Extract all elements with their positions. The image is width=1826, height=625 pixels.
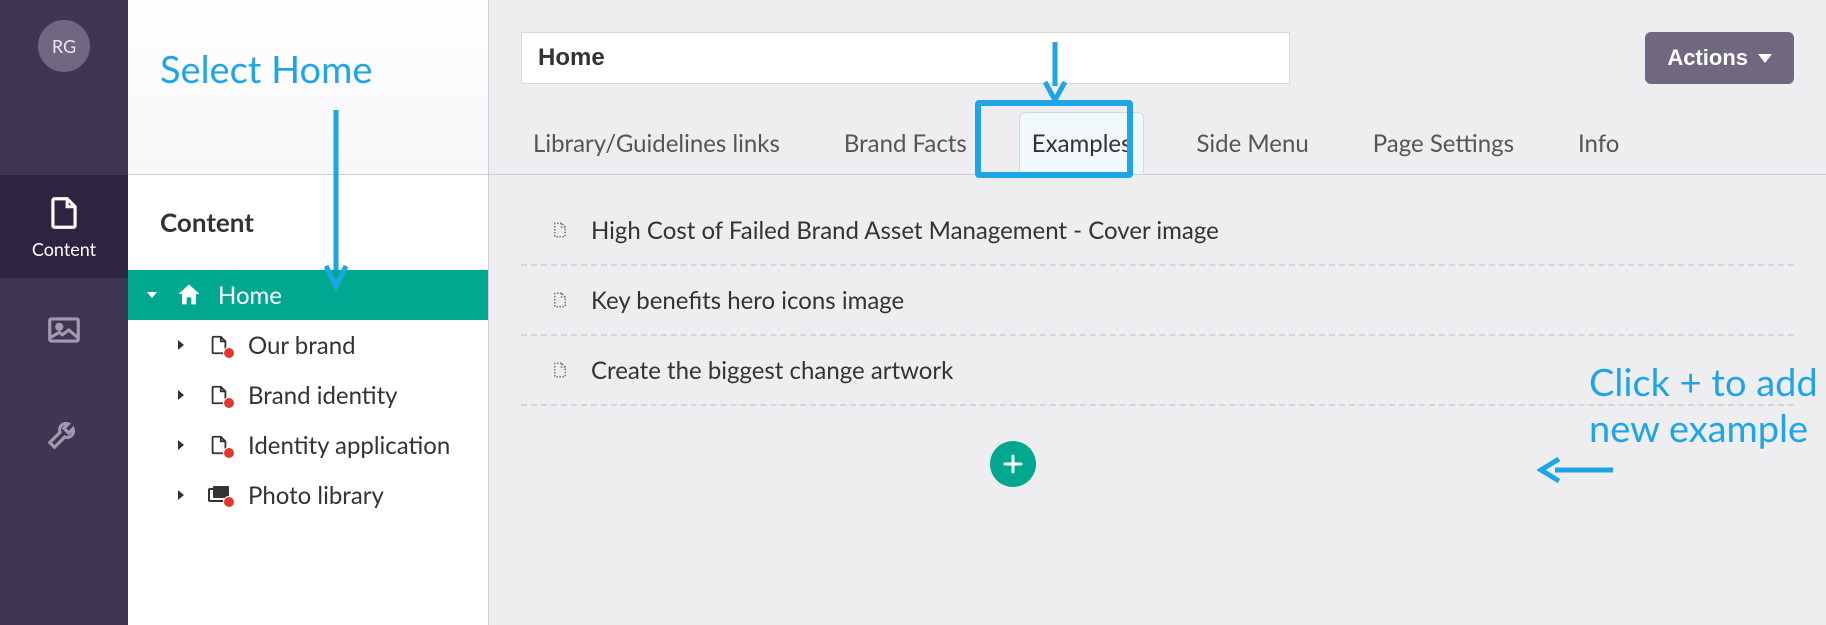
add-example-button[interactable] — [990, 441, 1036, 487]
tab-label: Info — [1578, 129, 1619, 158]
tree-item-label: Home — [218, 281, 282, 310]
rail-item-tools[interactable] — [0, 381, 128, 484]
annotation-text: new example — [1589, 405, 1808, 451]
tree-item-photo-library[interactable]: Photo library — [128, 470, 488, 520]
page-icon — [204, 332, 234, 358]
page-title-input[interactable] — [521, 32, 1290, 84]
tab-info[interactable]: Info — [1566, 112, 1631, 174]
tree-item-label: Identity application — [248, 431, 450, 460]
tree-item-label: Our brand — [248, 331, 356, 360]
plus-icon — [1002, 453, 1024, 475]
tab-page-settings[interactable]: Page Settings — [1361, 112, 1526, 174]
actions-button-label: Actions — [1667, 45, 1748, 71]
chevron-right-icon — [176, 339, 190, 351]
chevron-down-icon — [1758, 54, 1772, 63]
tab-brand-facts[interactable]: Brand Facts — [832, 112, 979, 174]
wrench-icon — [45, 414, 83, 452]
tree-item-our-brand[interactable]: Our brand — [128, 320, 488, 370]
rail-item-label: Content — [32, 238, 96, 260]
sidebar-header — [128, 0, 488, 175]
example-row[interactable]: Create the biggest change artwork — [521, 336, 1794, 406]
tab-side-menu[interactable]: Side Menu — [1184, 112, 1320, 174]
avatar[interactable]: RG — [38, 20, 90, 72]
tab-label: Side Menu — [1196, 129, 1308, 158]
content-tree: Home Our brand Brand identity — [128, 270, 488, 520]
page-icon — [204, 432, 234, 458]
example-title: High Cost of Failed Brand Asset Manageme… — [591, 216, 1219, 245]
left-nav-rail: RG Content — [0, 0, 128, 625]
tab-label: Brand Facts — [844, 129, 967, 158]
home-icon — [174, 281, 204, 309]
photo-stack-icon — [204, 483, 234, 507]
sidebar-title: Content — [160, 206, 254, 238]
document-icon — [551, 289, 573, 311]
tree-item-label: Photo library — [248, 481, 384, 510]
tab-bar: Library/Guidelines links Brand Facts Exa… — [521, 112, 1631, 174]
rail-item-images[interactable] — [0, 278, 128, 381]
examples-list: High Cost of Failed Brand Asset Manageme… — [521, 196, 1794, 406]
example-row[interactable]: Key benefits hero icons image — [521, 266, 1794, 336]
chevron-down-icon — [146, 289, 160, 301]
tree-item-identity-application[interactable]: Identity application — [128, 420, 488, 470]
example-title: Key benefits hero icons image — [591, 286, 904, 315]
document-icon — [45, 194, 83, 232]
image-icon — [45, 311, 83, 349]
tree-item-label: Brand identity — [248, 381, 398, 410]
tab-label: Examples — [1032, 129, 1132, 158]
page-icon — [204, 382, 234, 408]
document-icon — [551, 219, 573, 241]
chevron-right-icon — [176, 389, 190, 401]
example-title: Create the biggest change artwork — [591, 356, 953, 385]
annotation-arrow-left-icon — [1537, 455, 1613, 485]
document-icon — [551, 359, 573, 381]
tab-library-guidelines[interactable]: Library/Guidelines links — [521, 112, 792, 174]
tree-item-home[interactable]: Home — [128, 270, 488, 320]
tab-label: Page Settings — [1373, 129, 1514, 158]
tab-examples[interactable]: Examples — [1019, 112, 1145, 174]
actions-button[interactable]: Actions — [1645, 32, 1794, 84]
example-row[interactable]: High Cost of Failed Brand Asset Manageme… — [521, 196, 1794, 266]
rail-item-content[interactable]: Content — [0, 175, 128, 278]
tab-label: Library/Guidelines links — [533, 129, 780, 158]
chevron-right-icon — [176, 489, 190, 501]
header-band: Actions Library/Guidelines links Brand F… — [489, 0, 1826, 175]
sidebar: Content Home Our brand — [128, 0, 489, 625]
tree-item-brand-identity[interactable]: Brand identity — [128, 370, 488, 420]
chevron-right-icon — [176, 439, 190, 451]
main-area: Actions Library/Guidelines links Brand F… — [489, 0, 1826, 625]
avatar-initials: RG — [52, 35, 76, 57]
